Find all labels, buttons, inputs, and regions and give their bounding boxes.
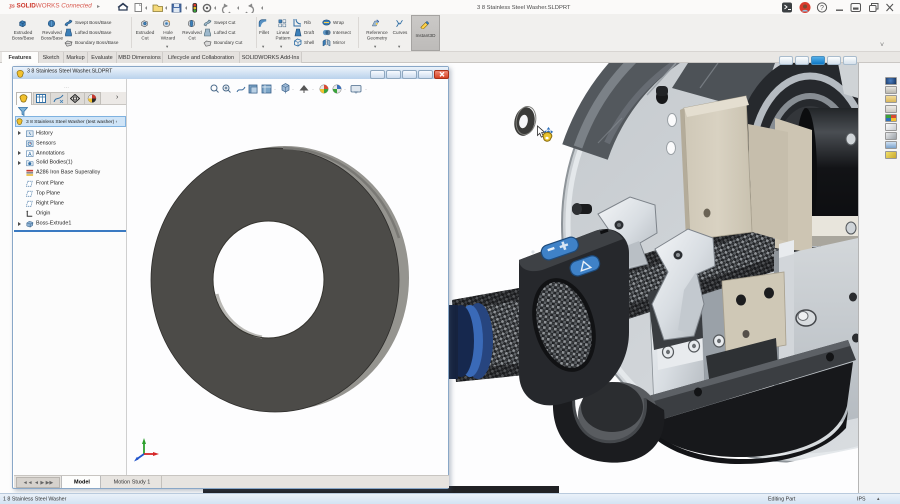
svg-text:A: A	[28, 151, 32, 157]
svg-text:?: ?	[820, 5, 824, 12]
